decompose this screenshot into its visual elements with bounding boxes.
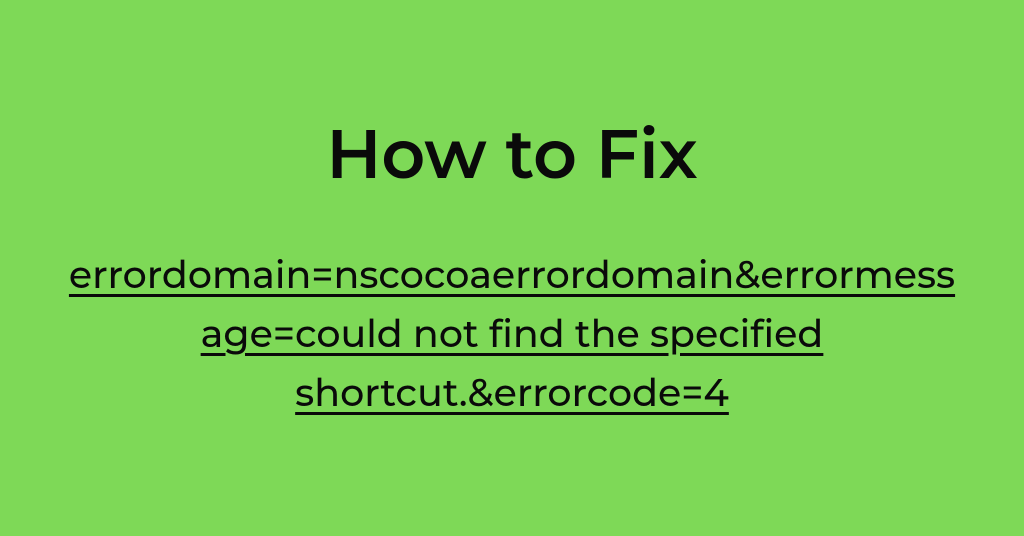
page-title: How to Fix — [326, 113, 697, 196]
error-message-text: errordomain=nscocoaerrordomain&errormess… — [62, 246, 962, 423]
